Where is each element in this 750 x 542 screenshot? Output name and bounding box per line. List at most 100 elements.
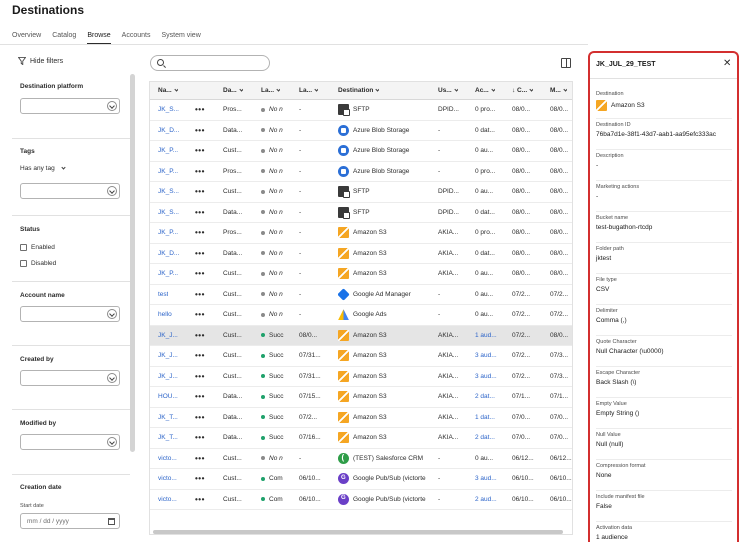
col-last-status-header[interactable]: La... bbox=[261, 82, 281, 99]
row-name-link[interactable]: JK_J... bbox=[158, 367, 178, 387]
search-input[interactable] bbox=[150, 55, 270, 71]
table-row[interactable]: test ••• Cust... No n - Google Ad Manager - 0 a… bbox=[150, 285, 572, 305]
table-row[interactable]: JK_J... ••• Cust... Succ 07/31... Amazon S3 AK… bbox=[150, 367, 572, 387]
row-name-link[interactable]: JK_J... bbox=[158, 346, 178, 366]
sidebar-scrollbar[interactable] bbox=[130, 74, 135, 452]
row-name-link[interactable]: victo... bbox=[158, 449, 177, 469]
column-settings-icon[interactable] bbox=[561, 58, 571, 68]
status-disabled-checkbox[interactable]: Disabled bbox=[20, 260, 130, 267]
row-activation[interactable]: 3 aud... bbox=[475, 469, 497, 489]
row-name-link[interactable]: hello bbox=[158, 305, 172, 325]
row-name-link[interactable]: JK_P... bbox=[158, 141, 178, 161]
row-name-link[interactable]: HOU... bbox=[158, 387, 178, 407]
status-enabled-checkbox[interactable]: Enabled bbox=[20, 244, 130, 251]
row-more-actions-icon[interactable]: ••• bbox=[195, 408, 205, 428]
table-row[interactable]: JK_T... ••• Data... Succ 07/2... Amazon S3 AKI… bbox=[150, 408, 572, 428]
row-name-link[interactable]: JK_J... bbox=[158, 326, 178, 346]
col-username-header[interactable]: Us... bbox=[438, 82, 458, 99]
col-activation-header[interactable]: Ac... bbox=[475, 82, 495, 99]
table-row[interactable]: HOU... ••• Data... Succ 07/15... Amazon S3 AKI… bbox=[150, 387, 572, 408]
row-activation[interactable]: 1 aud... bbox=[475, 326, 497, 346]
row-data-type: Cust... bbox=[223, 147, 242, 155]
row-name-link[interactable]: JK_T... bbox=[158, 428, 178, 448]
row-name-link[interactable]: JK_P... bbox=[158, 264, 178, 284]
table-row[interactable]: JK_P... ••• Pros... No n - Amazon S3 AKIA... 0 … bbox=[150, 223, 572, 244]
row-more-actions-icon[interactable]: ••• bbox=[195, 305, 205, 325]
modified-by-select[interactable] bbox=[20, 434, 120, 450]
table-row[interactable]: JK_J... ••• Cust... Succ 08/0... Amazon S3 AKI… bbox=[150, 325, 572, 346]
row-more-actions-icon[interactable]: ••• bbox=[195, 326, 205, 346]
col-data-type-header[interactable]: Da... bbox=[223, 82, 243, 99]
row-status: No n bbox=[261, 121, 295, 141]
row-more-actions-icon[interactable]: ••• bbox=[195, 100, 205, 120]
table-row[interactable]: JK_T... ••• Data... Succ 07/16... Amazon S3 AK… bbox=[150, 428, 572, 449]
row-more-actions-icon[interactable]: ••• bbox=[195, 449, 205, 469]
row-name-link[interactable]: test bbox=[158, 285, 168, 305]
row-more-actions-icon[interactable]: ••• bbox=[195, 490, 205, 510]
row-activation[interactable]: 2 aud... bbox=[475, 490, 497, 510]
account-name-select[interactable] bbox=[20, 306, 120, 322]
col-modified-header[interactable]: M... bbox=[550, 82, 567, 99]
row-name-link[interactable]: JK_S... bbox=[158, 203, 179, 223]
row-activation[interactable]: 1 dat... bbox=[475, 408, 495, 428]
row-more-actions-icon[interactable]: ••• bbox=[195, 285, 205, 305]
table-row[interactable]: victo... ••• Cust... Com 06/10... Google Pub/… bbox=[150, 469, 572, 490]
tags-mode-dropdown[interactable]: Has any tag bbox=[20, 165, 130, 172]
table-row[interactable]: hello ••• Cust... No n - Google Ads - 0 au... 07… bbox=[150, 305, 572, 326]
row-activation[interactable]: 3 aud... bbox=[475, 346, 497, 366]
row-last-run: - bbox=[299, 126, 302, 134]
table-row[interactable]: JK_S... ••• Pros... No n - SFTP DPID... 0 pro..… bbox=[150, 100, 572, 121]
col-name-header[interactable]: Na... bbox=[158, 82, 178, 99]
row-name-link[interactable]: victo... bbox=[158, 469, 177, 489]
row-name-link[interactable]: victo... bbox=[158, 490, 177, 510]
row-activation[interactable]: 2 dat... bbox=[475, 387, 495, 407]
row-more-actions-icon[interactable]: ••• bbox=[195, 387, 205, 407]
filter-tags-title: Tags bbox=[20, 148, 35, 155]
table-row[interactable]: victo... ••• Cust... Com 06/10... Google Pub/… bbox=[150, 490, 572, 510]
row-activation[interactable]: 2 dat... bbox=[475, 428, 495, 448]
destination-platform-select[interactable] bbox=[20, 98, 120, 114]
row-more-actions-icon[interactable]: ••• bbox=[195, 428, 205, 448]
row-username: - bbox=[438, 167, 441, 175]
created-by-select[interactable] bbox=[20, 370, 120, 386]
row-more-actions-icon[interactable]: ••• bbox=[195, 264, 205, 284]
row-name-link[interactable]: JK_S... bbox=[158, 182, 179, 202]
table-row[interactable]: JK_P... ••• Cust... No n - Azure Blob Storage… bbox=[150, 141, 572, 162]
col-destination-header[interactable]: Destination bbox=[338, 82, 380, 99]
row-more-actions-icon[interactable]: ••• bbox=[195, 244, 205, 264]
row-more-actions-icon[interactable]: ••• bbox=[195, 203, 205, 223]
row-more-actions-icon[interactable]: ••• bbox=[195, 367, 205, 387]
row-more-actions-icon[interactable]: ••• bbox=[195, 141, 205, 161]
row-more-actions-icon[interactable]: ••• bbox=[195, 182, 205, 202]
row-more-actions-icon[interactable]: ••• bbox=[195, 162, 205, 182]
col-last-run-header[interactable]: La... bbox=[299, 82, 319, 99]
table-row[interactable]: JK_S... ••• Cust... No n - SFTP DPID... 0 au...… bbox=[150, 182, 572, 203]
calendar-icon[interactable] bbox=[108, 518, 115, 525]
table-row[interactable]: JK_P... ••• Cust... No n - Amazon S3 AKIA... 0 … bbox=[150, 264, 572, 285]
row-name-link[interactable]: JK_P... bbox=[158, 223, 178, 243]
table-row[interactable]: JK_D... ••• Data... No n - Azure Blob Storage… bbox=[150, 121, 572, 141]
amazon-s3-icon bbox=[596, 100, 607, 111]
hide-filters-button[interactable]: Hide filters bbox=[18, 57, 63, 65]
row-more-actions-icon[interactable]: ••• bbox=[195, 223, 205, 243]
start-date-input[interactable]: mm / dd / yyyy bbox=[20, 513, 120, 529]
table-row[interactable]: JK_D... ••• Data... No n - Amazon S3 AKIA... 0 … bbox=[150, 244, 572, 264]
close-icon[interactable]: ✕ bbox=[723, 58, 731, 69]
row-more-actions-icon[interactable]: ••• bbox=[195, 346, 205, 366]
table-horizontal-scrollbar[interactable] bbox=[153, 530, 563, 534]
row-name-link[interactable]: JK_D... bbox=[158, 121, 179, 141]
row-more-actions-icon[interactable]: ••• bbox=[195, 469, 205, 489]
row-name-link[interactable]: JK_S... bbox=[158, 100, 179, 120]
col-created-header[interactable]: ↓ C... bbox=[512, 82, 534, 99]
row-name-link[interactable]: JK_P... bbox=[158, 162, 178, 182]
row-name-link[interactable]: JK_D... bbox=[158, 244, 179, 264]
table-row[interactable]: victo... ••• Cust... No n - (TEST) Salesforce… bbox=[150, 449, 572, 469]
row-activation[interactable]: 3 aud... bbox=[475, 367, 497, 387]
row-more-actions-icon[interactable]: ••• bbox=[195, 121, 205, 141]
table-row[interactable]: JK_J... ••• Cust... Succ 07/31... Amazon S3 AK… bbox=[150, 346, 572, 367]
tags-select[interactable] bbox=[20, 183, 120, 199]
table-row[interactable]: JK_P... ••• Pros... No n - Azure Blob Storage… bbox=[150, 162, 572, 182]
table-row[interactable]: JK_S... ••• Data... No n - SFTP DPID... 0 dat..… bbox=[150, 203, 572, 223]
row-name-link[interactable]: JK_T... bbox=[158, 408, 178, 428]
google-pubsub-icon bbox=[338, 473, 349, 485]
